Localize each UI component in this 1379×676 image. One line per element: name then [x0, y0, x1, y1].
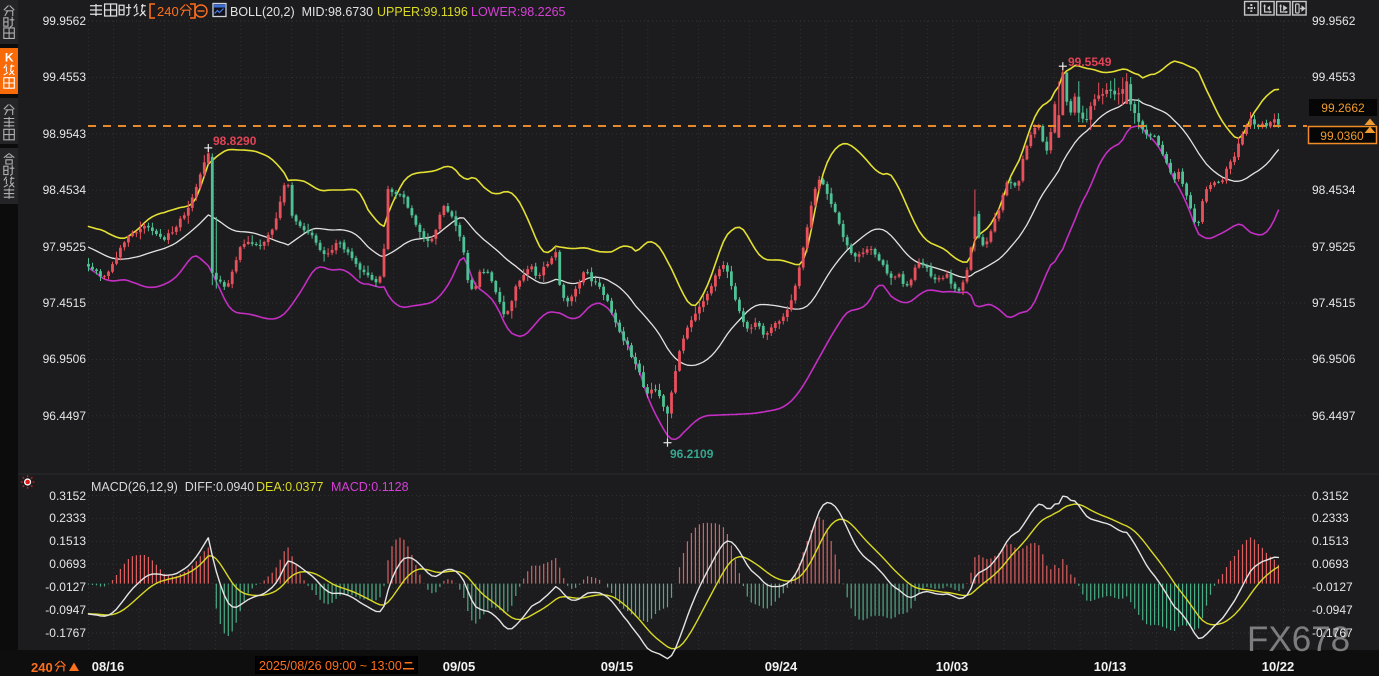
- svg-text:09/15: 09/15: [601, 659, 634, 674]
- svg-text:96.4497: 96.4497: [1312, 409, 1356, 423]
- svg-text:98.4534: 98.4534: [43, 183, 87, 197]
- svg-text:10/22: 10/22: [1262, 659, 1295, 674]
- svg-text:0.2333: 0.2333: [1312, 511, 1349, 525]
- svg-text:-0.1767: -0.1767: [1312, 626, 1353, 640]
- svg-text:MACD:0.1128: MACD:0.1128: [331, 480, 409, 494]
- svg-text:DEA:0.0377: DEA:0.0377: [256, 480, 323, 494]
- svg-text:96.2109: 96.2109: [670, 447, 714, 461]
- svg-text:240: 240: [31, 660, 53, 675]
- svg-text:0.2333: 0.2333: [49, 511, 86, 525]
- svg-text:99.9562: 99.9562: [43, 14, 87, 28]
- svg-text:0.1513: 0.1513: [1312, 534, 1349, 548]
- svg-text:98.9543: 98.9543: [43, 127, 87, 141]
- svg-text:-0.0127: -0.0127: [45, 580, 86, 594]
- svg-text:99.2662: 99.2662: [1321, 101, 1365, 115]
- svg-text:LOWER:98.2265: LOWER:98.2265: [471, 5, 566, 19]
- svg-text:0.0693: 0.0693: [49, 557, 86, 571]
- svg-text:08/16: 08/16: [92, 659, 125, 674]
- svg-text:97.4515: 97.4515: [1312, 296, 1356, 310]
- svg-text:99.5549: 99.5549: [1068, 55, 1112, 69]
- svg-text:MACD(26,12,9) DIFF:0.0940: MACD(26,12,9) DIFF:0.0940: [91, 480, 254, 494]
- svg-text:-0.0947: -0.0947: [1312, 603, 1353, 617]
- svg-text:UPPER:99.1196: UPPER:99.1196: [377, 5, 468, 19]
- svg-text:99.4553: 99.4553: [1312, 70, 1356, 84]
- svg-text:-0.1767: -0.1767: [45, 626, 86, 640]
- svg-text:96.4497: 96.4497: [43, 409, 87, 423]
- svg-text:-0.0947: -0.0947: [45, 603, 86, 617]
- svg-text:96.9506: 96.9506: [43, 352, 87, 366]
- svg-text:97.4515: 97.4515: [43, 296, 87, 310]
- svg-text:0.3152: 0.3152: [1312, 489, 1349, 503]
- svg-text:BOLL(20,2) MID:98.6730: BOLL(20,2) MID:98.6730: [230, 5, 373, 19]
- svg-text:97.9525: 97.9525: [43, 240, 87, 254]
- svg-text:10/03: 10/03: [936, 659, 969, 674]
- svg-text:97.9525: 97.9525: [1312, 240, 1356, 254]
- svg-text:99.0360: 99.0360: [1320, 129, 1364, 143]
- svg-text:0.1513: 0.1513: [49, 534, 86, 548]
- svg-text:-0.0127: -0.0127: [1312, 580, 1353, 594]
- svg-text:09/05: 09/05: [443, 659, 476, 674]
- svg-text:98.8290: 98.8290: [213, 134, 257, 148]
- svg-text:0.3152: 0.3152: [49, 489, 86, 503]
- svg-text:0.0693: 0.0693: [1312, 557, 1349, 571]
- svg-text:240: 240: [157, 4, 179, 19]
- svg-text:K: K: [5, 51, 14, 65]
- svg-text:09/24: 09/24: [765, 659, 798, 674]
- svg-text:96.9506: 96.9506: [1312, 352, 1356, 366]
- svg-text:99.4553: 99.4553: [43, 70, 87, 84]
- svg-text:10/13: 10/13: [1094, 659, 1127, 674]
- svg-text:99.9562: 99.9562: [1312, 14, 1356, 28]
- svg-text:98.4534: 98.4534: [1312, 183, 1356, 197]
- svg-text:2025/08/26 09:00 ~ 13:00: 2025/08/26 09:00 ~ 13:00: [259, 659, 402, 673]
